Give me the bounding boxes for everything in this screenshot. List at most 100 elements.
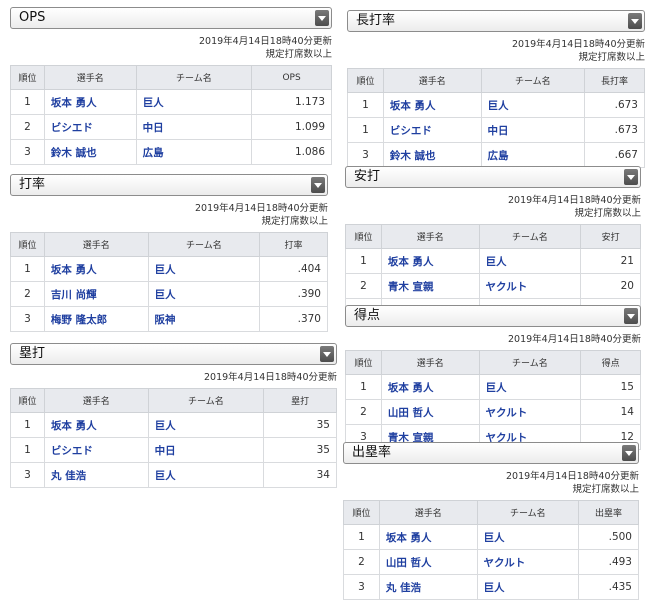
update-info: 2019年4月14日18時40分更新 — [10, 371, 337, 384]
team-link[interactable]: 巨人 — [135, 89, 253, 115]
stat-value: 35 — [263, 437, 337, 463]
category-select[interactable]: OPS — [10, 7, 332, 29]
stat-value: 21 — [580, 248, 641, 274]
player-link[interactable]: 梅野 隆太郎 — [43, 306, 149, 332]
header-player: 選手名 — [43, 232, 149, 257]
player-link[interactable]: ビシエド — [43, 114, 137, 140]
player-link[interactable]: 青木 宣親 — [380, 273, 480, 299]
player-link[interactable]: 坂本 勇人 — [382, 92, 482, 118]
team-link[interactable]: 中日 — [147, 437, 265, 463]
player-link[interactable]: 山田 哲人 — [378, 549, 478, 575]
player-link[interactable]: 坂本 勇人 — [378, 524, 478, 550]
player-link[interactable]: 坂本 勇人 — [43, 412, 149, 438]
player-link[interactable]: 鈴木 誠也 — [43, 139, 137, 165]
team-link[interactable]: 巨人 — [147, 281, 261, 307]
team-link[interactable]: 巨人 — [480, 92, 586, 118]
stat-value: .435 — [578, 574, 639, 600]
team-link[interactable]: 巨人 — [476, 574, 580, 600]
update-time: 2019年4月14日18時40分更新 — [508, 195, 641, 206]
category-label: OPS — [19, 10, 46, 25]
team-link[interactable]: 阪神 — [147, 306, 261, 332]
stat-value: 1.173 — [251, 89, 332, 115]
team-link[interactable]: 巨人 — [478, 248, 582, 274]
update-info: 2019年4月14日18時40分更新 規定打席数以上 — [347, 38, 645, 64]
stat-value: .370 — [259, 306, 328, 332]
category-label: 塁打 — [19, 346, 46, 361]
stat-value: 14 — [580, 399, 641, 425]
table-row: 1 ビシエド 中日 .673 — [347, 117, 645, 143]
category-label: 打率 — [19, 177, 46, 192]
category-select[interactable]: 長打率 — [347, 10, 645, 32]
player-link[interactable]: 鈴木 誠也 — [382, 142, 482, 168]
player-link[interactable]: 坂本 勇人 — [43, 89, 137, 115]
rank-cell: 1 — [10, 89, 45, 115]
stat-value: 34 — [263, 462, 337, 488]
category-select[interactable]: 安打 — [345, 166, 641, 188]
player-link[interactable]: ビシエド — [382, 117, 482, 143]
header-rank: 順位 — [10, 65, 45, 90]
ranking-panel: 塁打 2019年4月14日18時40分更新 順位 選手名 チーム名 塁打 1 坂… — [10, 343, 337, 488]
rank-cell: 3 — [347, 142, 384, 168]
team-link[interactable]: 中日 — [135, 114, 253, 140]
team-link[interactable]: 広島 — [480, 142, 586, 168]
team-link[interactable]: 巨人 — [478, 374, 582, 400]
stat-value: .500 — [578, 524, 639, 550]
table-row: 1 坂本 勇人 巨人 .673 — [347, 92, 645, 118]
player-link[interactable]: 坂本 勇人 — [380, 374, 480, 400]
player-link[interactable]: 丸 佳浩 — [43, 462, 149, 488]
stat-value: .390 — [259, 281, 328, 307]
player-link[interactable]: 吉川 尚輝 — [43, 281, 149, 307]
rank-cell: 1 — [10, 256, 45, 282]
chevron-down-icon — [622, 445, 636, 461]
player-link[interactable]: 坂本 勇人 — [380, 248, 480, 274]
rank-cell: 1 — [343, 524, 380, 550]
team-link[interactable]: 巨人 — [147, 462, 265, 488]
player-link[interactable]: 山田 哲人 — [380, 399, 480, 425]
header-player: 選手名 — [380, 350, 480, 375]
rank-cell: 3 — [10, 462, 45, 488]
stat-value: .673 — [584, 117, 645, 143]
ranking-table: 順位 選手名 チーム名 出塁率 1 坂本 勇人 巨人 .500 2 山田 哲人 … — [343, 500, 639, 600]
category-select[interactable]: 塁打 — [10, 343, 337, 365]
team-link[interactable]: 巨人 — [147, 256, 261, 282]
stat-value: .404 — [259, 256, 328, 282]
header-team: チーム名 — [480, 68, 586, 93]
player-link[interactable]: 丸 佳浩 — [378, 574, 478, 600]
chevron-down-icon — [624, 169, 638, 185]
table-header-row: 順位 選手名 チーム名 長打率 — [347, 68, 645, 93]
rank-cell: 2 — [10, 114, 45, 140]
category-select[interactable]: 出塁率 — [343, 442, 639, 464]
table-row: 1 ビシエド 中日 35 — [10, 437, 337, 463]
header-rank: 順位 — [10, 388, 45, 413]
update-info: 2019年4月14日18時40分更新 規定打席数以上 — [10, 202, 328, 228]
update-time: 2019年4月14日18時40分更新 — [508, 334, 641, 345]
team-link[interactable]: ヤクルト — [478, 273, 582, 299]
header-team: チーム名 — [478, 350, 582, 375]
header-rank: 順位 — [345, 350, 382, 375]
header-team: チーム名 — [147, 232, 261, 257]
header-team: チーム名 — [135, 65, 253, 90]
team-link[interactable]: ヤクルト — [476, 549, 580, 575]
update-time: 2019年4月14日18時40分更新 — [204, 372, 337, 383]
table-row: 1 坂本 勇人 巨人 15 — [345, 374, 641, 400]
table-row: 2 山田 哲人 ヤクルト .493 — [343, 549, 639, 575]
table-row: 2 山田 哲人 ヤクルト 14 — [345, 399, 641, 425]
team-link[interactable]: 巨人 — [476, 524, 580, 550]
player-link[interactable]: 坂本 勇人 — [43, 256, 149, 282]
team-link[interactable]: 広島 — [135, 139, 253, 165]
stat-value: 20 — [580, 273, 641, 299]
category-select[interactable]: 得点 — [345, 305, 641, 327]
stat-value: 15 — [580, 374, 641, 400]
stat-value: .673 — [584, 92, 645, 118]
player-link[interactable]: ビシエド — [43, 437, 149, 463]
category-label: 長打率 — [356, 13, 396, 28]
rank-cell: 3 — [10, 139, 45, 165]
header-stat: 打率 — [259, 232, 328, 257]
header-player: 選手名 — [382, 68, 482, 93]
team-link[interactable]: 巨人 — [147, 412, 265, 438]
stat-value: .667 — [584, 142, 645, 168]
category-select[interactable]: 打率 — [10, 174, 328, 196]
team-link[interactable]: 中日 — [480, 117, 586, 143]
team-link[interactable]: ヤクルト — [478, 399, 582, 425]
table-row: 3 丸 佳浩 巨人 .435 — [343, 574, 639, 600]
